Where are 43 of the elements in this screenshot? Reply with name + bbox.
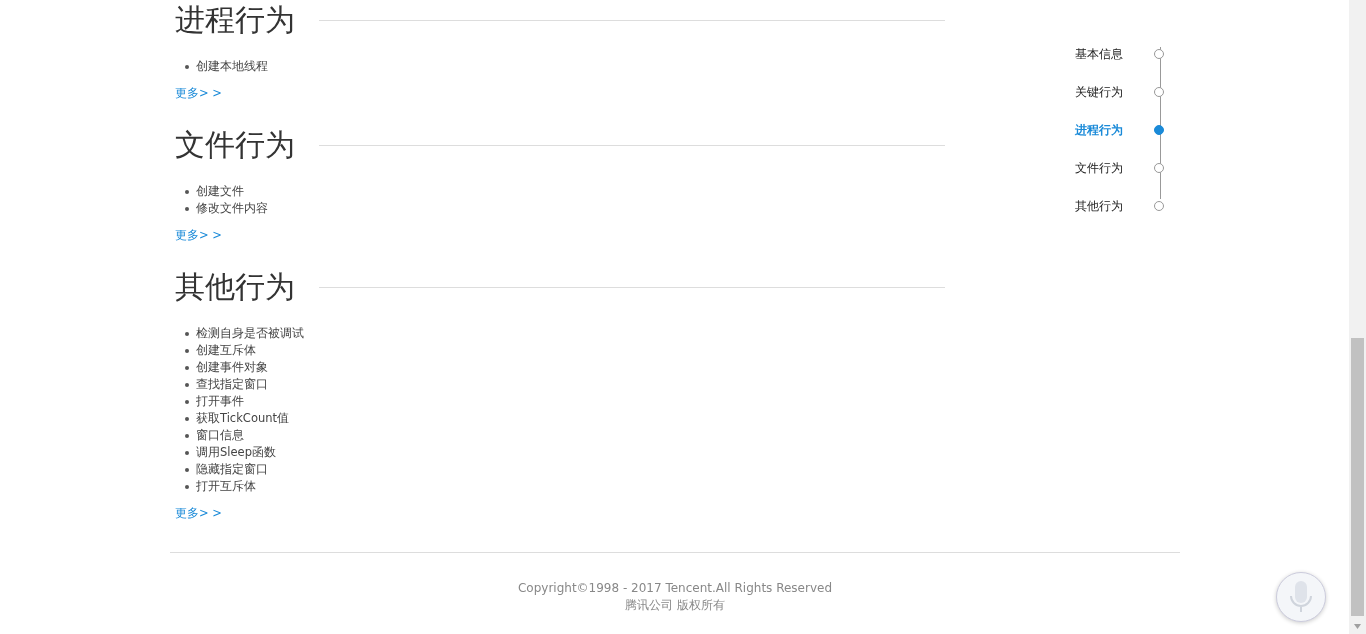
copyright-text: Copyright©1998 - 2017 Tencent.All Rights Reserved	[517, 580, 833, 597]
more-link[interactable]: 更多> >	[175, 228, 222, 243]
bullet-icon	[185, 382, 189, 387]
section-heading: 其他行为	[175, 268, 295, 306]
bullet-icon	[185, 189, 189, 194]
behavior-item: 隐藏指定窗口	[196, 461, 268, 478]
bullet-icon	[185, 416, 189, 421]
bullet-icon	[185, 206, 189, 211]
nav-link[interactable]: 进程行为	[1075, 111, 1131, 149]
bullet-icon	[185, 348, 189, 353]
scroll-down-icon[interactable]	[1354, 624, 1361, 629]
bullet-icon	[185, 64, 189, 69]
behavior-item: 检测自身是否被调试	[196, 325, 304, 342]
behavior-item: 调用Sleep函数	[196, 444, 276, 461]
more-link[interactable]: 更多> >	[175, 86, 222, 101]
scrollbar[interactable]	[1349, 0, 1366, 634]
nav-link[interactable]: 文件行为	[1075, 149, 1131, 187]
behavior-item: 获取TickCount值	[196, 410, 289, 427]
bullet-icon	[185, 399, 189, 404]
behavior-item: 打开事件	[196, 393, 244, 410]
nav-link[interactable]: 其他行为	[1075, 187, 1131, 225]
behavior-item: 查找指定窗口	[196, 376, 268, 393]
behavior-item: 打开互斥体	[196, 478, 256, 495]
bullet-icon	[185, 365, 189, 370]
behavior-item: 创建本地线程	[196, 58, 268, 75]
nav-link[interactable]: 基本信息	[1075, 35, 1131, 73]
bullet-icon	[185, 433, 189, 438]
behavior-item: 创建互斥体	[196, 342, 256, 359]
company-text: 腾讯公司 版权所有	[625, 597, 725, 614]
section-heading: 进程行为	[175, 1, 295, 39]
microphone-button[interactable]	[1276, 572, 1326, 622]
microphone-icon	[1288, 580, 1314, 614]
behavior-item: 修改文件内容	[196, 200, 268, 217]
bullet-icon	[185, 467, 189, 472]
bullet-icon	[185, 484, 189, 489]
bullet-icon	[185, 450, 189, 455]
section-heading: 文件行为	[175, 126, 295, 164]
behavior-item: 创建文件	[196, 183, 244, 200]
more-link[interactable]: 更多> >	[175, 506, 222, 521]
nav-link[interactable]: 关键行为	[1075, 73, 1131, 111]
behavior-item: 创建事件对象	[196, 359, 268, 376]
bullet-icon	[185, 331, 189, 336]
behavior-item: 窗口信息	[196, 427, 244, 444]
